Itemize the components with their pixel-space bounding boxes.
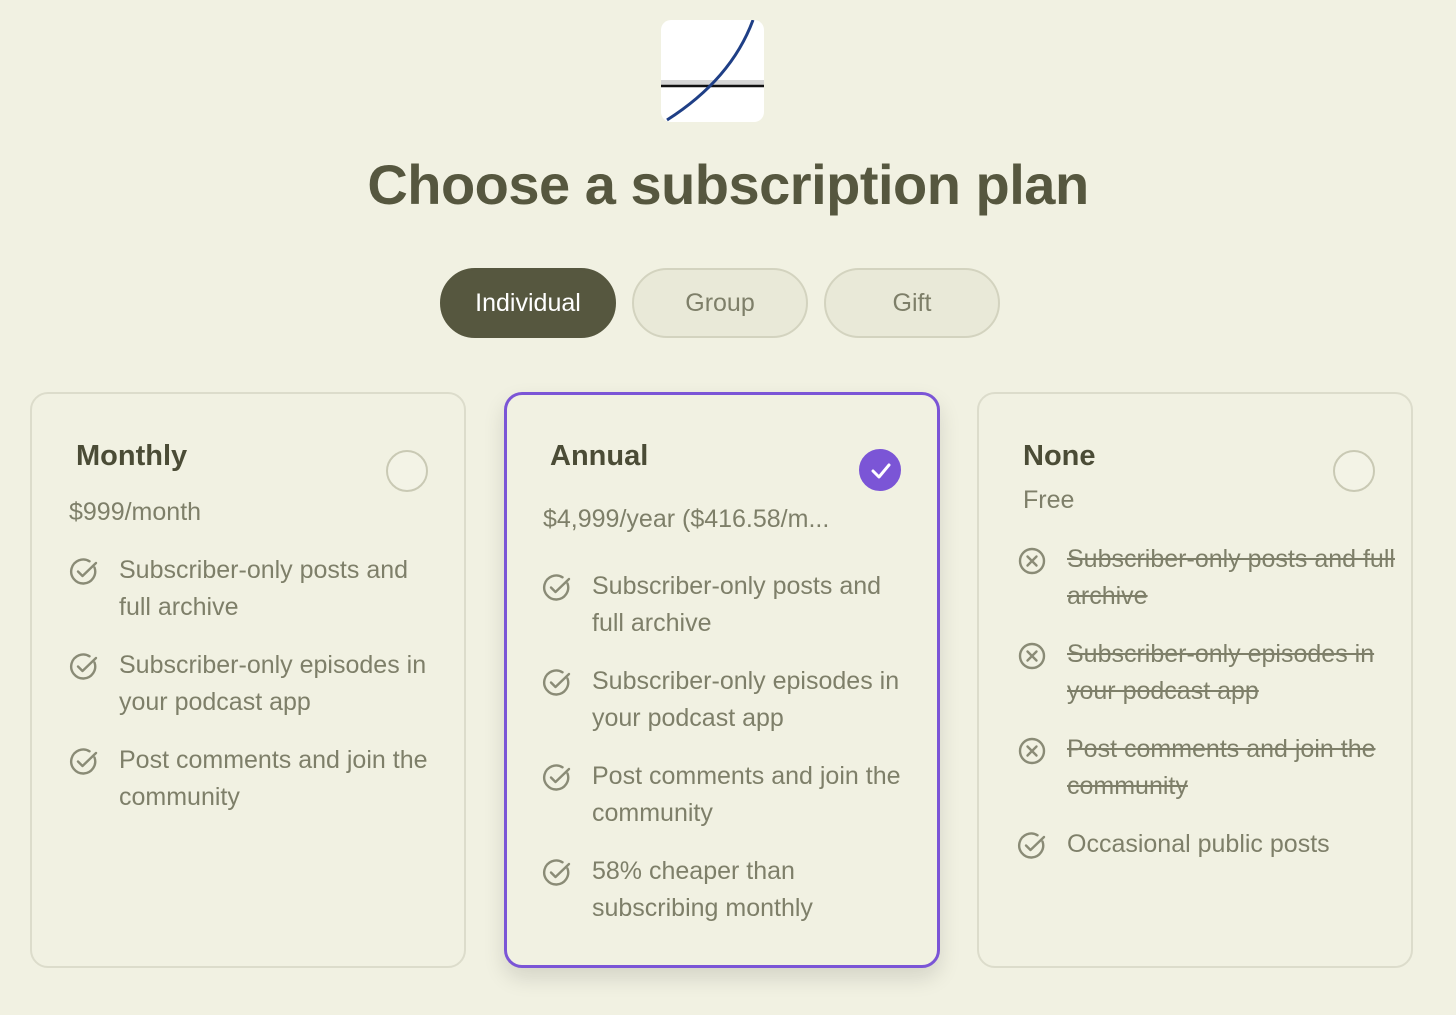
feature-item: Subscriber-only episodes in your podcast… [69,647,444,720]
plan-radio[interactable] [1333,450,1375,492]
check-circle-icon [69,653,98,680]
feature-text: 58% cheaper than subscribing monthly [592,857,813,922]
check-circle-icon [542,574,571,601]
plan-radio[interactable] [386,450,428,492]
check-circle-icon [69,558,98,585]
feature-text: Post comments and join the community [119,746,428,811]
plan-type-tabs: Individual Group Gift [440,268,1000,338]
x-circle-icon [1018,642,1046,670]
curve-chart-logo-icon [661,20,764,122]
page-title: Choose a subscription plan [367,153,1089,216]
feature-item: Post comments and join the community [542,758,917,831]
feature-item: Subscriber-only posts and full archive [542,568,917,641]
checkmark-icon [871,463,891,479]
feature-text: Subscriber-only episodes in your podcast… [592,667,900,732]
plan-name: Annual [550,440,649,472]
feature-item: Subscriber-only episodes in your podcast… [1017,636,1397,709]
feature-list: Subscriber-only posts and full archive S… [1017,541,1397,863]
feature-item: Subscriber-only posts and full archive [69,552,444,625]
feature-item: Subscriber-only posts and full archive [1017,541,1397,614]
feature-text: Occasional public posts [1067,830,1330,858]
feature-text: Subscriber-only posts and full archive [1067,545,1395,610]
feature-list: Subscriber-only posts and full archive S… [69,552,444,815]
plan-price: $999/month [69,498,202,526]
check-circle-icon [69,748,98,775]
tab-individual[interactable]: Individual [440,268,616,338]
plan-price: Free [1023,486,1075,514]
plan-radio-checked[interactable] [859,449,901,491]
feature-text: Post comments and join the community [592,762,901,827]
x-circle-icon [1018,737,1046,765]
plan-card-annual[interactable]: Annual $4,999/year ($416.58/m... Subscri… [504,392,940,968]
x-circle-icon [1018,547,1046,575]
plan-name: Monthly [76,440,188,472]
feature-item: Occasional public posts [1017,826,1397,863]
check-circle-icon [1017,832,1046,859]
plan-price: $4,999/year ($416.58/m... [543,505,830,533]
feature-item: Post comments and join the community [1017,731,1397,804]
feature-text: Subscriber-only episodes in your podcast… [1067,640,1375,705]
feature-item: 58% cheaper than subscribing monthly [542,853,917,926]
plan-name: None [1023,440,1096,472]
tab-group[interactable]: Group [632,268,808,338]
tab-gift[interactable]: Gift [824,268,1000,338]
feature-text: Subscriber-only posts and full archive [119,556,409,621]
plan-card-none[interactable]: None Free Subscriber-only posts and full… [977,392,1413,968]
feature-text: Subscriber-only episodes in your podcast… [119,651,427,716]
feature-text: Subscriber-only posts and full archive [592,572,882,637]
feature-text: Post comments and join the community [1067,735,1376,800]
check-circle-icon [542,764,571,791]
feature-item: Subscriber-only episodes in your podcast… [542,663,917,736]
feature-list: Subscriber-only posts and full archive S… [542,568,917,926]
check-circle-icon [542,859,571,886]
plan-card-monthly[interactable]: Monthly $999/month Subscriber-only posts… [30,392,466,968]
check-circle-icon [542,669,571,696]
feature-item: Post comments and join the community [69,742,444,815]
